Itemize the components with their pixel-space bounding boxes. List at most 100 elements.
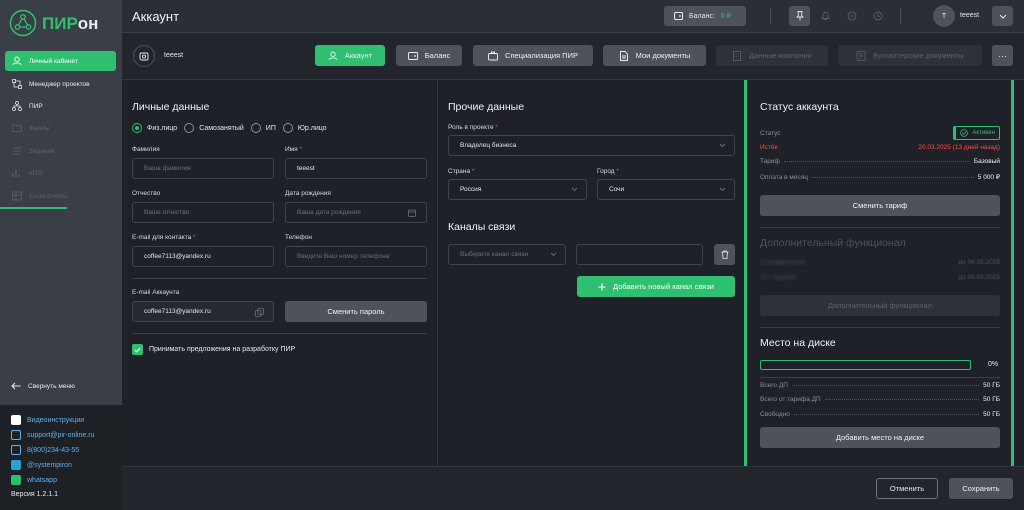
tab[interactable]: Мои документы — [603, 45, 706, 66]
change-tariff-button[interactable]: Сменить тариф — [760, 195, 1000, 216]
disk-section-title: Место на диске — [760, 337, 836, 349]
tasks-icon — [13, 147, 21, 155]
add-channel-button[interactable]: Добавить новый канал связи — [577, 276, 735, 297]
tab[interactable]: Данные компании — [716, 45, 828, 66]
radio-label: Самозанятый — [199, 124, 244, 132]
city-label-text: Город — [597, 168, 615, 175]
status-row: Статус Активен — [760, 126, 1000, 140]
channel-type-select[interactable]: Выберите канал связи — [448, 244, 566, 265]
extra-functions-button[interactable]: Дополнительный функционал — [760, 295, 1000, 316]
sidebar-link[interactable]: Видеоинструкции — [11, 415, 84, 425]
section-divider-3 — [760, 227, 1000, 228]
country-label: Страна * — [448, 168, 474, 175]
sidebar-link[interactable]: @systempiron — [11, 460, 72, 470]
birthdate-input[interactable]: Ваша дата рождения — [285, 202, 427, 223]
disk-row-value: 50 ГБ — [983, 382, 1000, 389]
page-title: Аккаунт — [132, 9, 180, 24]
cancel-button[interactable]: Отменить — [876, 478, 938, 499]
radio-label: ИП — [265, 124, 276, 132]
sidebar-item[interactable]: КПЭ — [5, 163, 116, 183]
section-divider-5 — [760, 377, 1000, 378]
expires-key: Истёк — [760, 144, 778, 151]
notifications-button[interactable] — [815, 6, 836, 26]
tab-label: Бухгалтерские документы — [873, 51, 964, 60]
extra-row-key: Х-шифрование — [760, 259, 806, 266]
account-email-input: coffee7113@yandex.ru — [132, 301, 274, 322]
add-disk-space-button[interactable]: Добавить место на диске — [760, 427, 1000, 448]
calendar-icon[interactable] — [408, 209, 416, 217]
tab[interactable]: Аккаунт — [315, 45, 385, 66]
expires-row: Истёк 20.03.2025 (13 дней назад) — [760, 144, 1000, 151]
header-divider — [770, 8, 771, 24]
change-password-button[interactable]: Сменить пароль — [285, 301, 427, 322]
video-icon — [11, 415, 21, 425]
save-button[interactable]: Сохранить — [949, 478, 1013, 499]
messages-button[interactable] — [841, 6, 862, 26]
sidebar-link[interactable]: whatsapp — [11, 475, 57, 485]
delete-channel-button[interactable] — [714, 244, 735, 265]
person-type-radio[interactable]: ИП — [250, 123, 276, 133]
radio-circle[interactable] — [282, 123, 293, 133]
disk-row-key: Свободно — [760, 411, 790, 418]
tab[interactable]: Специализация ПИР — [473, 45, 593, 66]
channel-value-input[interactable] — [576, 244, 703, 265]
user-name[interactable]: teeest — [960, 12, 979, 19]
expires-value: 20.03.2025 (13 дней назад) — [918, 144, 1000, 151]
tab[interactable]: Баланс — [396, 45, 462, 66]
header-pin-button[interactable] — [789, 6, 810, 26]
sidebar-item[interactable]: ПИР — [5, 96, 116, 116]
app-version: Версия 1.2.1.1 — [11, 491, 59, 498]
telegram-icon — [11, 460, 21, 470]
contact-email-label-text: E-mail для контакта — [132, 234, 192, 241]
sidebar-item[interactable]: Менеджер проектов — [5, 74, 116, 94]
tab[interactable]: Бухгалтерские документы — [838, 45, 982, 66]
user-icon — [328, 51, 338, 60]
radio-circle[interactable] — [184, 123, 195, 133]
sidebar-link-label: whatsapp — [27, 476, 57, 484]
country-select[interactable]: Россия — [448, 179, 587, 200]
dotted-leader — [824, 399, 980, 400]
sidebar-link[interactable]: support@pir-online.ru — [11, 430, 94, 440]
person-type-radio[interactable]: Физ.лицо — [132, 123, 177, 133]
sidebar-item[interactable]: Задания — [5, 141, 116, 161]
consent-checkbox-row[interactable]: Принимать предложения на разработку ПИР — [132, 344, 295, 355]
account-photo-button[interactable] — [133, 45, 155, 67]
tariff-key: Тариф — [760, 158, 780, 165]
collapse-menu-label: Свернуть меню — [28, 382, 75, 390]
sidebar-link[interactable]: 8(800)234-43-55 — [11, 445, 79, 455]
tab-label: Мои документы — [635, 51, 691, 60]
consent-checkbox[interactable] — [132, 344, 143, 355]
user-icon — [12, 56, 22, 66]
birthdate-placeholder: Ваша дата рождения — [297, 209, 361, 216]
disk-row: Свободно 50 ГБ — [760, 411, 1000, 418]
tariff-row: Тариф Базовый — [760, 158, 1000, 165]
avatar[interactable]: T — [933, 5, 955, 27]
phone-input[interactable]: Введите Ваш номер телефона — [285, 246, 427, 267]
sidebar-item-label: КПЭ — [29, 169, 43, 177]
sidebar-item[interactable]: Excel отчеты — [5, 186, 116, 206]
patronymic-input[interactable]: Ваше отчество — [132, 202, 274, 223]
more-tabs-button[interactable]: ··· — [992, 45, 1013, 66]
surname-input[interactable]: Ваша фамилия — [132, 158, 274, 179]
person-type-radio[interactable]: Юр.лицо — [282, 123, 327, 133]
required-mark: * — [193, 234, 196, 241]
monthly-row: Оплата в месяц 5 000 ₽ — [760, 173, 1000, 182]
kpi-icon — [12, 170, 20, 177]
extra-section-title: Дополнительный функционал — [760, 237, 906, 249]
person-type-radio[interactable]: Самозанятый — [184, 123, 244, 133]
balance-button[interactable]: Баланс: 0 ₽ — [664, 6, 746, 26]
radio-circle[interactable] — [250, 123, 261, 133]
collapse-menu-button[interactable]: Свернуть меню — [11, 382, 75, 390]
role-select[interactable]: Владелец бизнеса — [448, 135, 735, 156]
plus-icon — [598, 283, 606, 290]
sidebar-item[interactable]: Личный кабинет — [5, 51, 116, 71]
sidebar-item[interactable]: Файлы — [5, 118, 116, 138]
name-input[interactable]: teeest — [285, 158, 427, 179]
disk-row-key: Всего от тарифа ДП — [760, 396, 821, 403]
history-button[interactable] — [867, 6, 888, 26]
copy-icon[interactable] — [255, 308, 264, 317]
radio-circle[interactable] — [132, 123, 142, 133]
city-select[interactable]: Сочи — [597, 179, 735, 200]
contact-email-input[interactable]: coffee7113@yandex.ru — [132, 246, 274, 267]
user-menu-button[interactable] — [992, 6, 1013, 26]
